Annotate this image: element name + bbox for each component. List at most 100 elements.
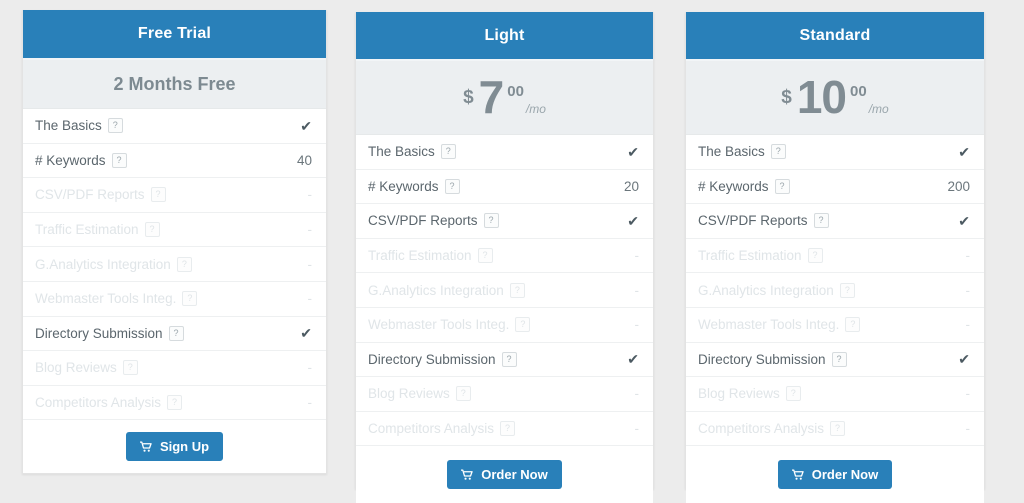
feature-label-text: G.Analytics Integration [35,256,171,272]
help-question-icon[interactable]: ? [807,248,823,264]
check-icon: ✔ [627,351,639,368]
feature-row: Competitors Analysis? - [356,412,653,447]
feature-unavailable-dash: - [634,421,640,437]
plan-footer-standard: Order Now [686,446,984,503]
check-icon: ✔ [627,143,639,160]
feature-row: G.Analytics Integration? - [356,273,653,308]
feature-label: Competitors Analysis? [368,421,516,437]
feature-label-text: Competitors Analysis [35,395,162,411]
help-question-icon[interactable]: ? [144,222,160,238]
feature-row: # Keywords? 20 [356,170,653,205]
help-question-icon[interactable]: ? [509,282,525,298]
price-period: /mo [868,102,889,117]
feature-label: Directory Submission? [698,351,847,367]
feature-unavailable-dash: - [634,248,640,264]
feature-label-text: Webmaster Tools Integ. [35,291,177,307]
shopping-cart-icon [791,469,805,481]
feature-list-light: The Basics? ✔ # Keywords? 20 CSV/PDF Reports… [356,135,653,447]
pricing-table: Free Trial 2 Months Free The Basics? ✔ # K… [0,0,1024,503]
feature-label: CSV/PDF Reports? [698,213,829,229]
help-question-icon[interactable]: ? [500,421,516,437]
feature-row: Webmaster Tools Integ.? - [686,308,984,343]
feature-row: Traffic Estimation? - [23,213,326,248]
help-question-icon[interactable]: ? [455,386,471,402]
feature-label: CSV/PDF Reports? [35,187,166,203]
plan-footer-free-trial: Sign Up [23,420,326,474]
feature-label-text: Competitors Analysis [698,421,825,437]
feature-label-text: The Basics [698,144,765,160]
help-question-icon[interactable]: ? [167,395,183,411]
feature-row: Webmaster Tools Integ.? - [23,282,326,317]
plan-footer-light: Order Now [356,446,653,503]
feature-label: The Basics? [35,118,123,134]
help-question-icon[interactable]: ? [785,386,801,402]
help-question-icon[interactable]: ? [483,213,499,229]
feature-label-text: # Keywords [698,178,769,194]
order-now-button-label: Order Now [481,467,548,483]
pricing-plan-free-trial: Free Trial 2 Months Free The Basics? ✔ # K… [22,10,327,474]
feature-label: Traffic Estimation? [368,248,493,264]
price-amount: 7 [478,70,505,123]
feature-label: Blog Reviews? [368,386,471,402]
feature-label: CSV/PDF Reports? [368,213,499,229]
shopping-cart-icon [139,441,153,453]
feature-unavailable-dash: - [965,317,971,333]
help-question-icon[interactable]: ? [150,187,166,203]
order-now-button-light[interactable]: Order Now [447,460,562,490]
feature-label: G.Analytics Integration? [35,256,192,272]
feature-label: Traffic Estimation? [698,248,823,264]
help-question-icon[interactable]: ? [168,325,184,341]
help-question-icon[interactable]: ? [111,152,127,168]
price-amount: 10 [796,70,847,123]
help-question-icon[interactable]: ? [440,144,456,160]
help-question-icon[interactable]: ? [477,248,493,264]
help-question-icon[interactable]: ? [515,317,531,333]
check-icon: ✔ [300,325,312,342]
feature-label-text: # Keywords [35,152,106,168]
feature-row: Competitors Analysis? - [23,386,326,421]
help-question-icon[interactable]: ? [830,421,846,437]
price-currency: $ [463,86,474,108]
feature-value: 40 [296,152,312,168]
feature-unavailable-dash: - [307,222,313,238]
help-question-icon[interactable]: ? [182,291,198,307]
feature-row: The Basics? ✔ [686,135,984,170]
price-period: /mo [525,102,546,117]
plan-price-free-trial: 2 Months Free [23,60,326,109]
feature-unavailable-dash: - [634,386,640,402]
sign-up-button[interactable]: Sign Up [125,432,224,462]
feature-unavailable-dash: - [634,317,640,333]
help-question-icon[interactable]: ? [122,360,138,376]
help-question-icon[interactable]: ? [845,317,861,333]
feature-value: 200 [947,178,970,194]
feature-row: CSV/PDF Reports? ✔ [686,204,984,239]
feature-row: Directory Submission? ✔ [686,343,984,378]
feature-unavailable-dash: - [307,360,313,376]
feature-label: Blog Reviews? [698,386,801,402]
help-question-icon[interactable]: ? [501,351,517,367]
help-question-icon[interactable]: ? [176,256,192,272]
feature-unavailable-dash: - [307,291,313,307]
help-question-icon[interactable]: ? [774,178,790,194]
order-now-button-label: Order Now [811,467,879,483]
plan-price-standard: $ 10 00 /mo [686,61,984,135]
feature-row: Blog Reviews? - [356,377,653,412]
plan-price-text: 2 Months Free [113,73,236,94]
plan-title-standard: Standard [686,12,984,61]
help-question-icon[interactable]: ? [107,118,123,134]
help-question-icon[interactable]: ? [444,178,460,194]
help-question-icon[interactable]: ? [813,213,829,229]
check-icon: ✔ [958,351,970,368]
price-currency: $ [781,86,792,108]
feature-label: Webmaster Tools Integ.? [368,317,531,333]
feature-label-text: Directory Submission [35,325,163,341]
feature-row: Webmaster Tools Integ.? - [356,308,653,343]
feature-row: Directory Submission? ✔ [356,343,653,378]
order-now-button-standard[interactable]: Order Now [777,460,893,490]
help-question-icon[interactable]: ? [831,351,847,367]
help-question-icon[interactable]: ? [770,144,786,160]
feature-row: G.Analytics Integration? - [23,247,326,282]
help-question-icon[interactable]: ? [839,282,855,298]
feature-label: # Keywords? [35,152,127,168]
feature-label: Webmaster Tools Integ.? [698,317,861,333]
